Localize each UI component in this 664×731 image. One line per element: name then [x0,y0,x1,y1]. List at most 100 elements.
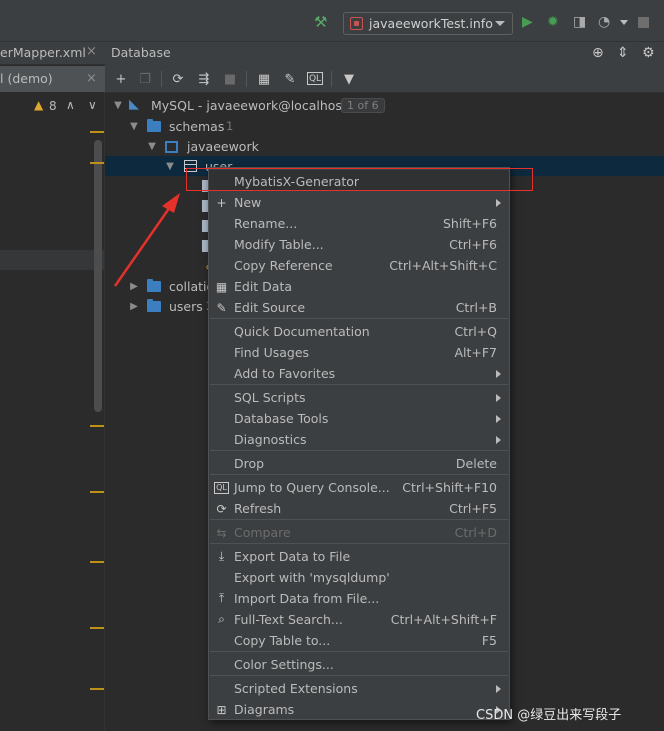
table-editor-icon[interactable]: ▦ [256,71,272,87]
schema-sync-icon[interactable]: ⇶ [196,71,212,87]
tree-node-schema[interactable]: ▼ javaeework [105,136,664,156]
schemas-label: schemas [169,118,225,134]
folder-icon [147,119,161,132]
menu-item-modify-table[interactable]: Modify Table... Ctrl+F6 [209,234,509,255]
error-stripe-mark[interactable] [90,425,104,427]
menu-item-copy-reference[interactable]: Copy Reference Ctrl+Alt+Shift+C [209,255,509,276]
menu-item-diagnostics[interactable]: Diagnostics [209,429,509,450]
context-menu: MybatisX-Generator + New Rename... Shift+F6 M… [208,167,510,720]
error-stripe-mark[interactable] [90,162,104,164]
menu-item-label: Copy Reference [234,258,333,273]
expand-arrow-icon[interactable]: ▼ [147,141,157,152]
menu-item-label: Diagrams [234,702,295,717]
menu-item-full-text-search[interactable]: ⌕ Full-Text Search... Ctrl+Alt+Shift+F [209,609,509,630]
menu-item-label: Modify Table... [234,237,324,252]
editor-tab-demo[interactable]: l (demo) × [0,66,105,92]
coverage-icon[interactable]: ◨ [573,13,586,31]
folder-icon [147,299,161,312]
toolbar-separator [246,71,247,87]
filter-icon[interactable]: ▼ [341,71,357,87]
menu-item-label: Database Tools [234,411,329,426]
error-stripe-mark[interactable] [90,688,104,690]
edit-icon[interactable]: ✎ [282,71,298,87]
menu-item-find-usages[interactable]: Find Usages Alt+F7 [209,342,509,363]
menu-item-export-data-to-file[interactable]: ⤓ Export Data to File [209,546,509,567]
warning-icon[interactable]: ▲ [34,98,43,112]
menu-item-diagrams[interactable]: ⊞ Diagrams [209,699,509,720]
editor-tab-bar: erMapper.xml × [0,42,105,65]
submenu-arrow-icon [496,369,501,378]
refresh-icon[interactable]: ⟳ [170,71,186,87]
query-console-icon[interactable]: QL [307,72,323,85]
menu-separator [210,519,508,520]
menu-item-label: Edit Source [234,300,306,315]
menu-item-copy-table-to[interactable]: Copy Table to... F5 [209,630,509,651]
profile-icon[interactable]: ◔ [598,13,610,31]
expand-arrow-icon[interactable]: ▶ [129,281,139,292]
menu-item-new[interactable]: + New [209,192,509,213]
menu-item-shortcut: Shift+F6 [442,216,497,231]
menu-item-color-settings[interactable]: Color Settings... [209,654,509,675]
menu-item-import-data-from-file[interactable]: ⤒ Import Data from File... [209,588,509,609]
debug-icon[interactable]: ✹ [547,13,559,31]
menu-item-label: Rename... [234,216,298,231]
menu-item-sql-scripts[interactable]: SQL Scripts [209,387,509,408]
error-stripe-mark[interactable] [90,627,104,629]
editor-tab-mapper[interactable]: erMapper.xml [0,45,86,60]
chevron-down-icon[interactable] [619,13,629,31]
watermark: CSDN @绿豆出来写段子 [476,708,622,723]
expand-arrow-icon[interactable]: ▶ [129,301,139,312]
collapse-all-icon[interactable]: ⇕ [617,45,629,61]
copy-icon[interactable]: ❐ [137,71,153,87]
current-line-highlight [0,250,104,270]
menu-item-scripted-extensions[interactable]: Scripted Extensions [209,678,509,699]
run-icon[interactable]: ▶ [522,13,533,31]
menu-icon-import-data-from-file-icon: ⤒ [218,591,225,605]
tree-node-connection[interactable]: ▼ ◣ MySQL - javaeework@localhost 1 of 6 [105,95,664,115]
table-icon [184,160,197,172]
error-stripe-mark[interactable] [90,131,104,133]
menu-separator [210,543,508,544]
menu-item-shortcut: Ctrl+Alt+Shift+F [390,612,497,627]
warning-count: 8 [49,99,57,113]
hammer-icon[interactable]: ⚒ [314,13,327,31]
toolbar-separator [331,71,332,87]
editor-scrollbar[interactable] [94,140,102,412]
expand-arrow-icon[interactable]: ▼ [113,100,123,111]
menu-separator [210,675,508,676]
close-icon[interactable]: × [86,44,97,59]
error-stripe-mark[interactable] [90,491,104,493]
menu-item-edit-data[interactable]: ▦ Edit Data [209,276,509,297]
menu-separator [210,651,508,652]
menu-item-rename[interactable]: Rename... Shift+F6 [209,213,509,234]
stop-icon[interactable]: ■ [222,71,238,87]
stop-icon[interactable] [638,13,649,31]
menu-icon-new-icon: + [216,195,227,210]
menu-item-mybatisx-generator[interactable]: MybatisX-Generator [209,171,509,192]
run-config-label: javaeeworkTest.info [369,16,493,31]
close-icon[interactable]: × [86,71,97,86]
run-configuration-dropdown[interactable]: javaeeworkTest.info [343,12,513,35]
menu-item-export-with-mysqldump[interactable]: Export with 'mysqldump' [209,567,509,588]
menu-item-refresh[interactable]: ⟳ Refresh Ctrl+F5 [209,498,509,519]
main-toolbar: ⚒ javaeeworkTest.info ▶ ✹ ◨ ◔ [0,0,664,42]
chevron-up-icon[interactable]: ∧ [66,98,75,112]
tree-node-schemas[interactable]: ▼ schemas 1 [105,116,664,136]
folder-icon [147,279,161,292]
expand-arrow-icon[interactable]: ▼ [129,121,139,132]
menu-item-edit-source[interactable]: ✎ Edit Source Ctrl+B [209,297,509,318]
menu-item-quick-documentation[interactable]: Quick Documentation Ctrl+Q [209,321,509,342]
chevron-down-icon[interactable]: ∨ [88,98,97,112]
error-stripe-mark[interactable] [90,561,104,563]
add-icon[interactable]: + [113,71,129,87]
toolbar-separator [161,71,162,87]
gear-icon[interactable]: ⚙ [642,45,655,61]
menu-item-jump-to-query-console[interactable]: QL Jump to Query Console... Ctrl+Shift+F10 [209,477,509,498]
crosshair-icon[interactable]: ⊕ [592,45,604,61]
menu-item-add-to-favorites[interactable]: Add to Favorites [209,363,509,384]
menu-item-drop[interactable]: Drop Delete [209,453,509,474]
menu-item-label: Jump to Query Console... [234,480,390,495]
menu-item-database-tools[interactable]: Database Tools [209,408,509,429]
menu-item-shortcut: Ctrl+Q [454,324,497,339]
expand-arrow-icon[interactable]: ▼ [165,161,175,172]
